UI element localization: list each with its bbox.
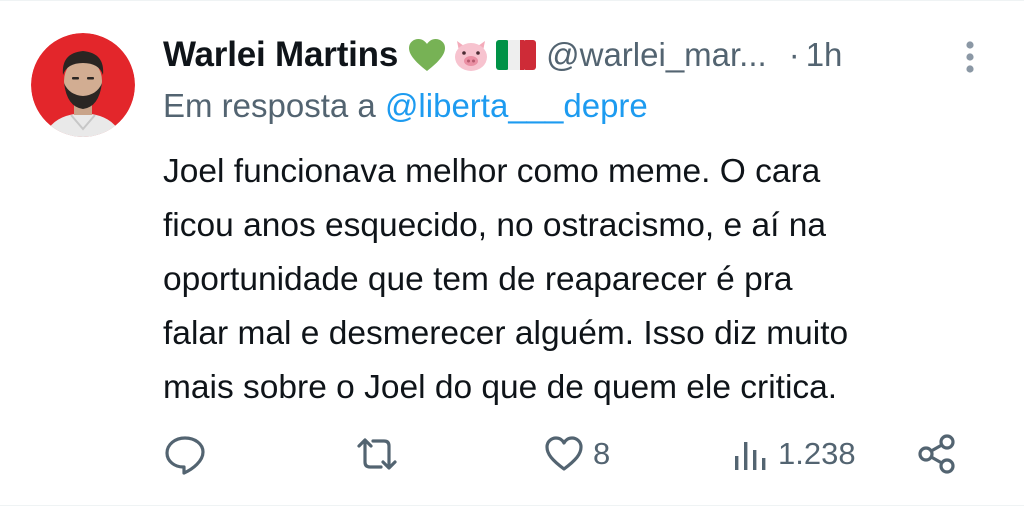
author-emojis (408, 37, 537, 73)
tweet-header: Warlei Martins @warlei_mar... · 1h (163, 29, 984, 81)
like-count: 8 (593, 436, 611, 471)
reply-context: Em resposta a @liberta___depre (163, 87, 648, 125)
tweet-timestamp[interactable]: 1h (806, 36, 843, 74)
green-heart-icon (408, 38, 446, 72)
avatar-image (31, 33, 135, 137)
tweet-card[interactable]: Warlei Martins @warlei_mar... · 1h Em re… (0, 0, 1024, 506)
reply-prefix: Em resposta a (163, 87, 385, 124)
tweet-text: Joel funcionava melhor como meme. O cara… (163, 145, 993, 415)
more-options-button[interactable] (962, 37, 978, 77)
header-separator: · (788, 36, 800, 73)
tweet-text-line: ficou anos esquecido, no ostracismo, e a… (163, 207, 826, 244)
share-icon (918, 434, 955, 474)
italy-flag-icon (496, 40, 537, 70)
views-count: 1.238 (778, 436, 856, 471)
avatar[interactable] (31, 33, 135, 137)
views-icon (735, 442, 766, 470)
retweet-icon (357, 438, 397, 470)
author-handle[interactable]: @warlei_mar... (546, 36, 767, 74)
reply-mention-link[interactable]: @liberta___depre (385, 87, 648, 124)
author-display-name[interactable]: Warlei Martins (163, 35, 398, 75)
share-button[interactable] (916, 426, 958, 482)
tweet-text-line: Joel funcionava melhor como meme. O cara (163, 153, 821, 190)
reply-button[interactable] (163, 426, 207, 482)
comment-icon (165, 436, 205, 475)
action-bar: 8 1.238 (0, 426, 1024, 482)
more-vertical-icon (966, 41, 974, 73)
heart-icon (545, 436, 583, 471)
pig-face-icon (452, 37, 490, 73)
tweet-text-line: mais sobre o Joel do que de quem ele cri… (163, 369, 838, 406)
tweet-text-line: falar mal e desmerecer alguém. Isso diz … (163, 315, 849, 352)
like-button[interactable]: 8 (543, 426, 610, 482)
tweet-text-line: oportunidade que tem de reaparecer é pra (163, 261, 793, 298)
views-button[interactable]: 1.238 (732, 426, 856, 482)
retweet-button[interactable] (354, 426, 400, 482)
